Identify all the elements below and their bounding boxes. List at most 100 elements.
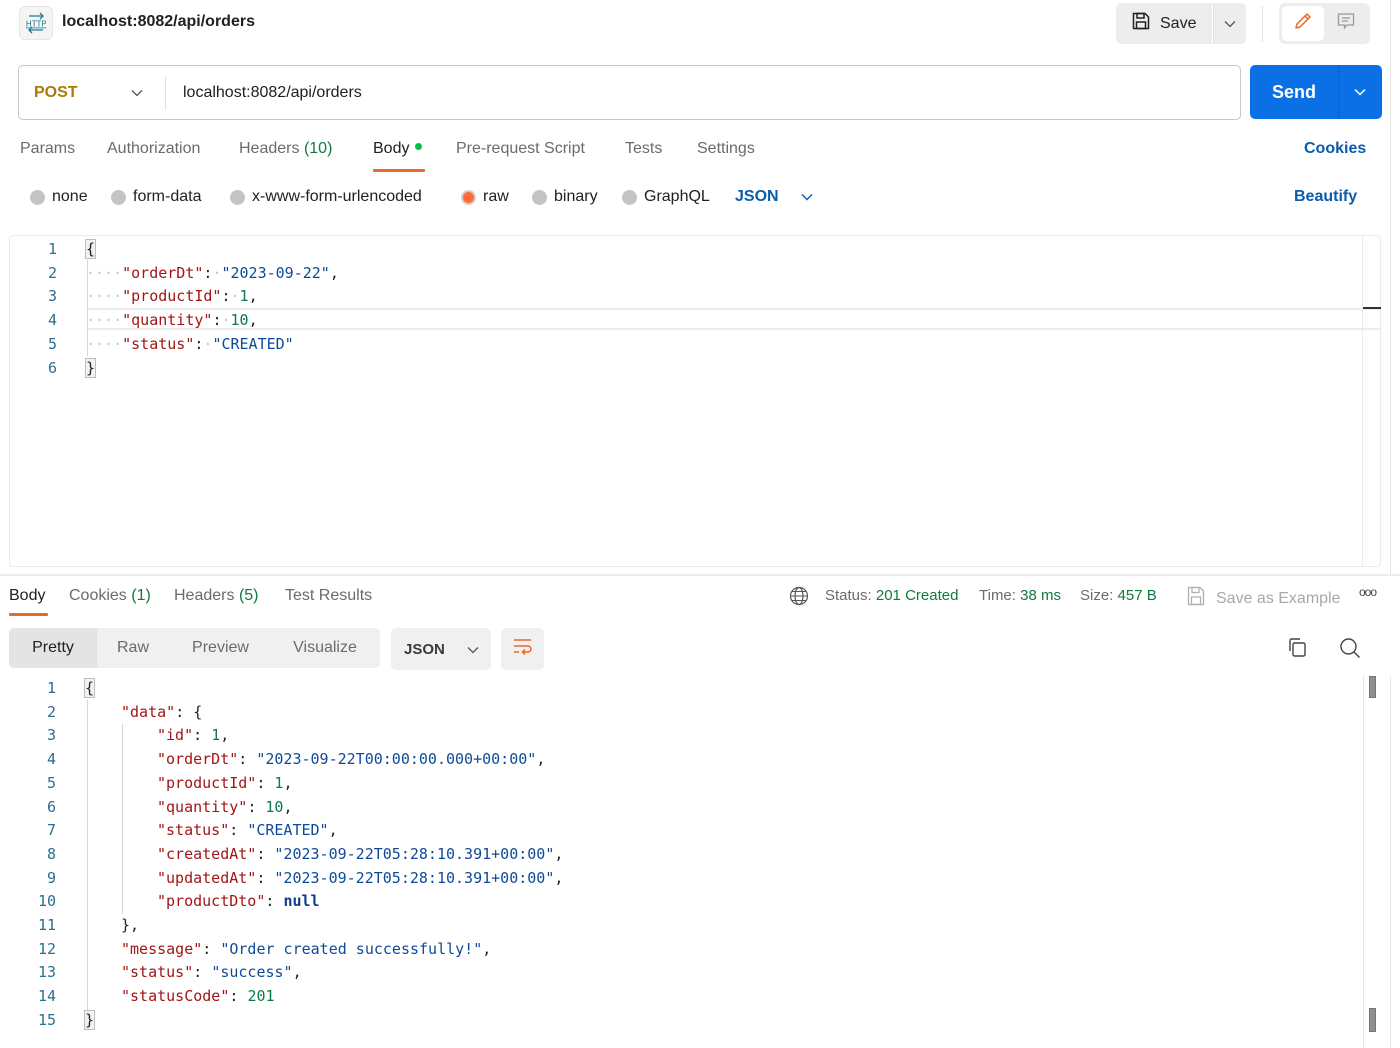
size-value: 457 B [1117,587,1157,604]
tab-pre-request-script[interactable]: Pre-request Script [456,140,585,158]
tab-authorization[interactable]: Authorization [107,140,200,158]
response-size[interactable]: Size: 457 B [1080,587,1157,604]
line-number: 3 [47,287,57,306]
globe-icon[interactable] [789,586,809,611]
send-button[interactable]: Send [1250,65,1338,119]
body-language-select[interactable]: JSON [735,188,813,206]
code-token: "2023-09-22T05:28:10.391+00:00" [274,868,555,887]
line-number: 9 [46,868,56,887]
code-token: "orderDt" [122,263,204,282]
radio-x-www-form-urlencoded[interactable]: x-www-form-urlencoded [230,188,422,206]
copy-button[interactable] [1285,636,1309,665]
code-token: , [292,963,302,982]
code-token: , [482,939,492,958]
code-line: "data": { [121,700,202,724]
code-token: "2023-09-22T05:28:10.391+00:00" [274,844,555,863]
size-label: Size: [1080,587,1114,604]
scrollbar-thumb[interactable] [1369,676,1376,698]
code-token: } [83,1009,96,1030]
response-body-viewer[interactable]: 1 {2 "data": {3 "id": 1, 4 "orderDt": "2023-0… [0,676,1400,1048]
beautify-button[interactable]: Beautify [1294,188,1357,206]
scrollbar-thumb[interactable] [1369,1008,1376,1032]
response-tabs: Body Cookies (1) Headers (5) Test Result… [0,583,1400,619]
radio-binary[interactable]: binary [532,188,598,206]
code-token: : [193,726,212,745]
code-token: , [248,311,258,330]
save-as-example-button[interactable]: Save as Example [1186,585,1341,612]
whitespace-marker: · [230,287,240,306]
code-token: , [248,287,258,306]
url-input[interactable] [166,66,1240,119]
code-token: , [328,821,338,840]
send-options-dropdown[interactable] [1338,65,1381,119]
tab-params[interactable]: Params [20,140,75,158]
code-token: null [283,892,320,911]
radio-form-data[interactable]: form-data [111,188,201,206]
request-body-editor[interactable]: 1{2 ····"orderDt":·"2023-09-22", 3 ····"pro… [9,235,1381,567]
request-title[interactable]: localhost:8082/api/orders [62,13,255,31]
view-mode-raw[interactable]: Raw [97,628,169,668]
response-status[interactable]: Status: 201 Created [825,587,958,604]
line-number: 10 [37,892,56,911]
search-button[interactable] [1338,636,1362,665]
cookies-count: (1) [131,587,151,604]
whitespace-marker: ···· [86,311,123,330]
code-token: "CREATED" [247,821,329,840]
response-tab-body[interactable]: Body [9,587,45,605]
response-time[interactable]: Time: 38 ms [979,587,1061,604]
code-token: : [256,868,275,887]
active-tab-underline [373,169,425,172]
response-tab-test-results[interactable]: Test Results [285,587,372,605]
radio-graphql[interactable]: GraphQL [622,188,710,206]
tab-label: Pre-request Script [456,140,585,157]
code-token: "quantity" [157,797,248,816]
code-line: } [83,1008,96,1032]
tab-label: Authorization [107,140,201,157]
language-label: JSON [735,188,779,205]
code-token: "productId" [122,287,222,306]
tab-label: Cookies [69,587,127,604]
cookies-link[interactable]: Cookies [1304,140,1366,158]
code-line: "status": "success", [121,960,302,984]
code-token: 201 [247,987,275,1006]
comments-mode-button[interactable] [1326,6,1368,41]
line-number: 1 [47,240,57,258]
code-line: ····"productId":·1, [86,284,258,308]
code-line: ····"quantity":·10, [86,308,258,332]
save-button[interactable]: Save [1116,3,1212,44]
code-token: "2023-09-22T00:00:00.000+00:00" [256,750,537,769]
tab-headers[interactable]: Headers (10) [239,140,332,158]
tab-label: Body [9,587,46,604]
tab-settings[interactable]: Settings [697,140,755,158]
response-tab-cookies[interactable]: Cookies (1) [69,587,151,605]
line-number: 6 [46,797,56,816]
view-mode-pretty[interactable]: Pretty [9,628,97,668]
code-token: "message" [121,939,203,958]
floppy-disk-icon [1186,585,1206,612]
code-token: "status" [157,821,230,840]
pane-divider[interactable] [0,574,1400,576]
code-token: "quantity" [122,311,213,330]
radio-none[interactable]: none [30,188,88,206]
code-token: 10 [230,311,249,330]
radio-raw[interactable]: raw [461,188,509,206]
save-options-dropdown[interactable] [1213,3,1246,44]
code-token: "2023-09-22" [221,263,330,282]
view-mode-visualize[interactable]: Visualize [272,628,378,668]
url-bar: POST [18,65,1241,120]
wrap-lines-button[interactable] [501,628,544,670]
line-number: 15 [37,1010,56,1029]
tab-body[interactable]: Body [373,140,423,158]
response-language-select[interactable]: JSON [391,628,491,670]
code-token: : [202,939,221,958]
svg-text:HTTP: HTTP [26,20,47,29]
edit-mode-button[interactable] [1282,6,1324,41]
code-token: "status" [121,963,194,982]
code-line: "createdAt": "2023-09-22T05:28:10.391+00… [157,842,563,866]
tab-tests[interactable]: Tests [625,140,662,158]
more-options-icon[interactable]: ooo [1359,585,1377,599]
view-mode-preview[interactable]: Preview [169,628,272,668]
response-tab-headers[interactable]: Headers (5) [174,587,259,605]
indent-guide [122,724,123,914]
method-select[interactable]: POST [19,66,165,119]
